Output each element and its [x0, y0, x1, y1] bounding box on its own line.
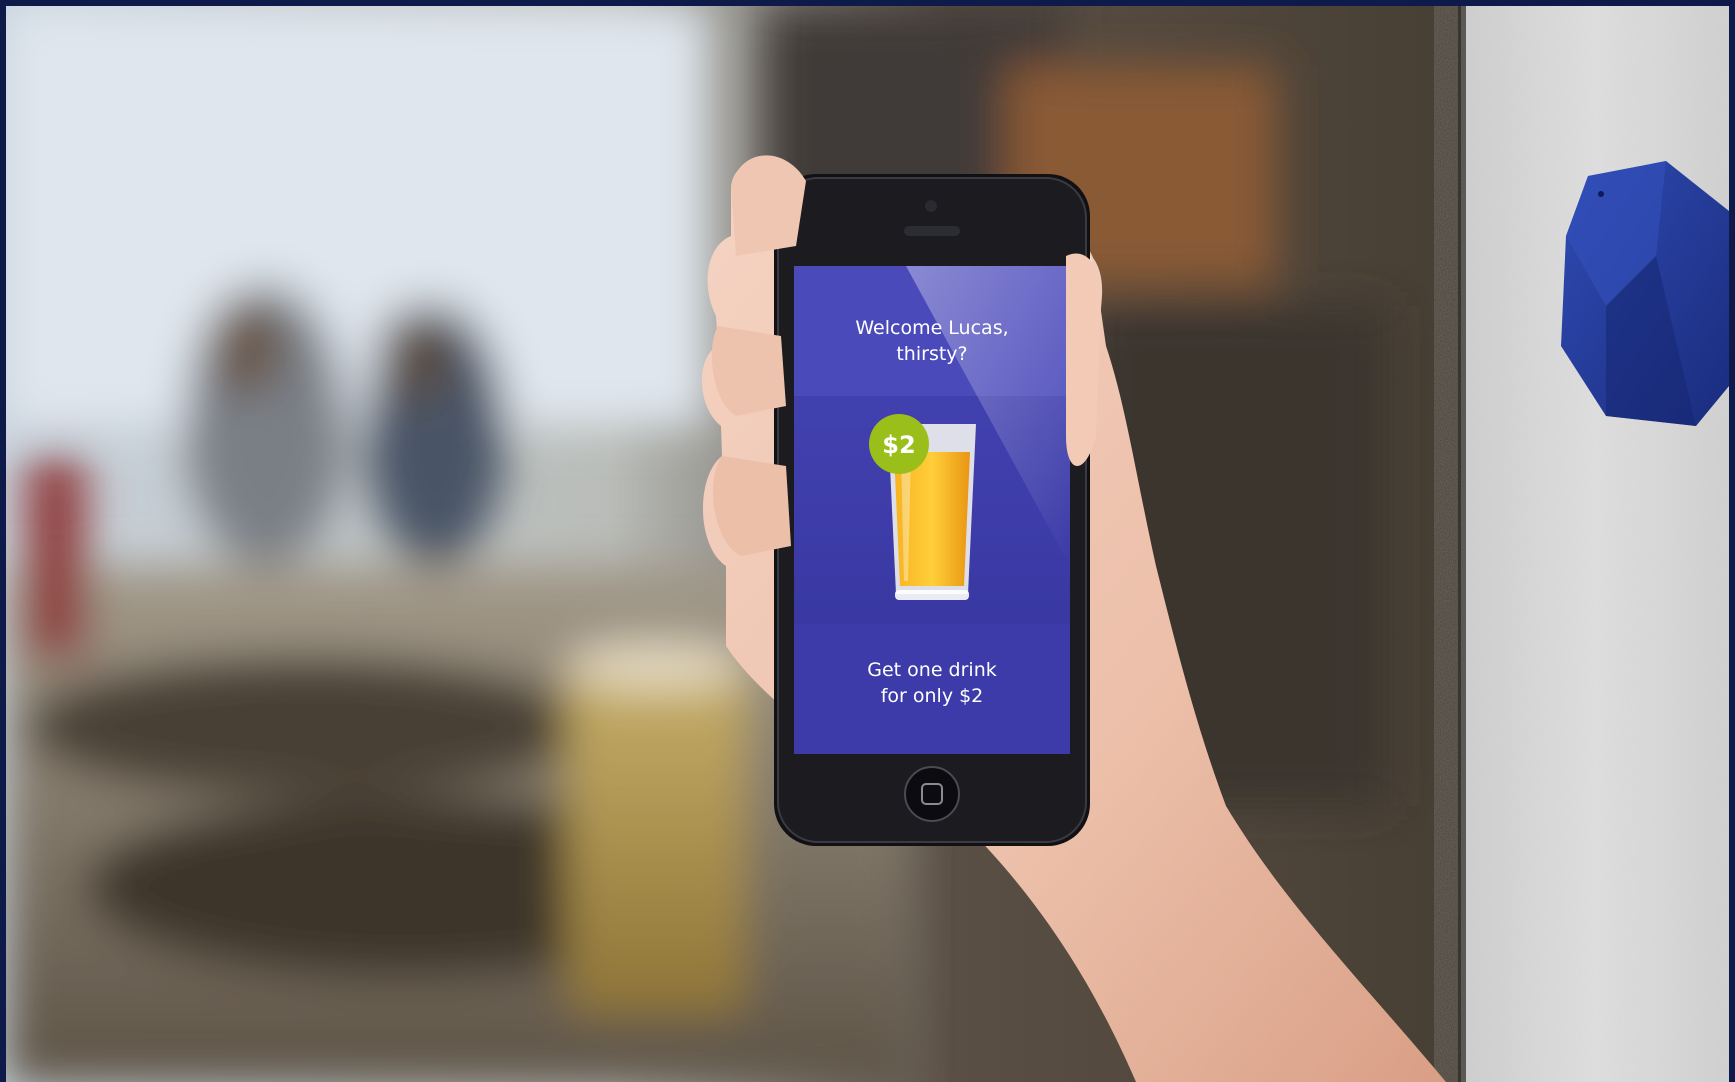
front-camera-icon	[925, 200, 937, 212]
photo-scene: Welcome Lucas, thirsty? $2 Get one drink…	[6, 6, 1729, 1082]
smartphone: Welcome Lucas, thirsty? $2 Get one drink…	[774, 174, 1090, 846]
scene-illustration: Welcome Lucas, thirsty? $2 Get one drink…	[6, 6, 1729, 1082]
price-badge-icon: $2	[869, 414, 929, 474]
phone-screen: Welcome Lucas, thirsty? $2 Get one drink…	[794, 266, 1070, 754]
price-badge-label: $2	[882, 431, 915, 459]
offer-line-2: for only $2	[881, 685, 984, 707]
textured-wall	[1458, 6, 1729, 1082]
offer-line-1: Get one drink	[867, 659, 997, 681]
speaker-grille-icon	[904, 226, 960, 236]
home-button-icon	[904, 766, 960, 822]
